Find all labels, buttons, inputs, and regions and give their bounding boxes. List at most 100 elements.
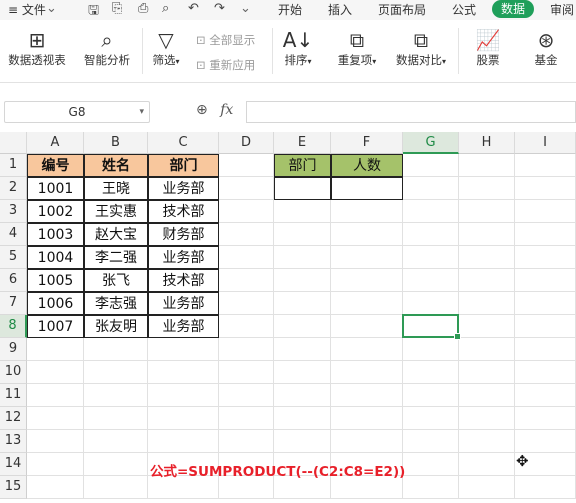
undo-icon[interactable]: ↶ <box>188 1 199 16</box>
cell-b12[interactable] <box>84 407 148 430</box>
cell-e7[interactable] <box>274 292 331 315</box>
cell-b2[interactable]: 王晓 <box>84 177 148 200</box>
cell-a12[interactable] <box>27 407 84 430</box>
cell-c2[interactable]: 业务部 <box>148 177 219 200</box>
cell-i13[interactable] <box>515 430 576 453</box>
cell-a15[interactable] <box>27 476 84 499</box>
smart-analysis-button[interactable]: ⌕ 智能分析 <box>78 28 136 68</box>
cell-a14[interactable] <box>27 453 84 476</box>
cell-b4[interactable]: 赵大宝 <box>84 223 148 246</box>
cell-e13[interactable] <box>274 430 331 453</box>
cell-h13[interactable] <box>459 430 515 453</box>
reapply-button[interactable]: ⊡ 重新应用 <box>196 57 255 73</box>
cell-i12[interactable] <box>515 407 576 430</box>
tab-page-layout[interactable]: 页面布局 <box>378 1 426 18</box>
cell-g3[interactable] <box>403 200 459 223</box>
cell-e2[interactable] <box>274 177 331 200</box>
cell-h3[interactable] <box>459 200 515 223</box>
cell-f2[interactable] <box>331 177 403 200</box>
cell-g6[interactable] <box>403 269 459 292</box>
row-header-12[interactable]: 12 <box>0 407 27 430</box>
print-preview-icon[interactable]: ⌕ <box>162 1 169 16</box>
cell-c1[interactable]: 部门 <box>148 154 219 177</box>
cell-e6[interactable] <box>274 269 331 292</box>
cell-i7[interactable] <box>515 292 576 315</box>
cell-g15[interactable] <box>403 476 459 499</box>
cell-h2[interactable] <box>459 177 515 200</box>
formula-input[interactable] <box>246 101 576 123</box>
fill-handle[interactable] <box>454 333 461 340</box>
cell-i2[interactable] <box>515 177 576 200</box>
cell-a7[interactable]: 1006 <box>27 292 84 315</box>
cell-c13[interactable] <box>148 430 219 453</box>
cell-e8[interactable] <box>274 315 331 338</box>
tab-insert[interactable]: 插入 <box>328 1 352 18</box>
funds-button[interactable]: ⊛ 基金 <box>524 28 568 68</box>
row-header-15[interactable]: 15 <box>0 476 27 499</box>
fx-icon[interactable]: fx <box>220 102 233 118</box>
cell-i15[interactable] <box>515 476 576 499</box>
cell-d6[interactable] <box>219 269 274 292</box>
cell-c3[interactable]: 技术部 <box>148 200 219 223</box>
tab-home[interactable]: 开始 <box>278 1 302 18</box>
cell-c6[interactable]: 技术部 <box>148 269 219 292</box>
cell-a2[interactable]: 1001 <box>27 177 84 200</box>
row-header-8[interactable]: 8 <box>0 315 27 338</box>
col-header-c[interactable]: C <box>148 132 219 154</box>
col-header-b[interactable]: B <box>84 132 148 154</box>
cell-c8[interactable]: 业务部 <box>148 315 219 338</box>
row-header-6[interactable]: 6 <box>0 269 27 292</box>
cell-d2[interactable] <box>219 177 274 200</box>
cell-a8[interactable]: 1007 <box>27 315 84 338</box>
cell-d1[interactable] <box>219 154 274 177</box>
cell-b11[interactable] <box>84 384 148 407</box>
row-header-4[interactable]: 4 <box>0 223 27 246</box>
cell-d5[interactable] <box>219 246 274 269</box>
col-header-e[interactable]: E <box>274 132 331 154</box>
cell-c7[interactable]: 业务部 <box>148 292 219 315</box>
cell-b13[interactable] <box>84 430 148 453</box>
chevron-down-icon[interactable]: ▾ <box>139 102 144 122</box>
cell-b1[interactable]: 姓名 <box>84 154 148 177</box>
cell-h11[interactable] <box>459 384 515 407</box>
cell-i5[interactable] <box>515 246 576 269</box>
col-header-g[interactable]: G <box>403 132 459 154</box>
cell-h15[interactable] <box>459 476 515 499</box>
redo-icon[interactable]: ↷ <box>214 1 225 16</box>
cell-i6[interactable] <box>515 269 576 292</box>
cell-b10[interactable] <box>84 361 148 384</box>
cell-g4[interactable] <box>403 223 459 246</box>
row-header-10[interactable]: 10 <box>0 361 27 384</box>
cell-a6[interactable]: 1005 <box>27 269 84 292</box>
cell-g10[interactable] <box>403 361 459 384</box>
cell-b9[interactable] <box>84 338 148 361</box>
row-header-3[interactable]: 3 <box>0 200 27 223</box>
cell-f13[interactable] <box>331 430 403 453</box>
row-header-7[interactable]: 7 <box>0 292 27 315</box>
cell-h9[interactable] <box>459 338 515 361</box>
cell-a3[interactable]: 1002 <box>27 200 84 223</box>
cell-i4[interactable] <box>515 223 576 246</box>
cell-e5[interactable] <box>274 246 331 269</box>
cell-a13[interactable] <box>27 430 84 453</box>
tab-formula[interactable]: 公式 <box>452 1 476 18</box>
cell-b14[interactable] <box>84 453 148 476</box>
cell-d8[interactable] <box>219 315 274 338</box>
col-header-i[interactable]: I <box>515 132 576 154</box>
cell-b7[interactable]: 李志强 <box>84 292 148 315</box>
cell-a4[interactable]: 1003 <box>27 223 84 246</box>
cell-f7[interactable] <box>331 292 403 315</box>
cell-b3[interactable]: 王实惠 <box>84 200 148 223</box>
cell-g7[interactable] <box>403 292 459 315</box>
cell-h4[interactable] <box>459 223 515 246</box>
print-icon[interactable]: ⎙ <box>138 1 148 16</box>
export-icon[interactable]: ⎘ <box>112 1 122 16</box>
cell-a10[interactable] <box>27 361 84 384</box>
cell-g5[interactable] <box>403 246 459 269</box>
cell-h14[interactable] <box>459 453 515 476</box>
cell-d11[interactable] <box>219 384 274 407</box>
cell-b6[interactable]: 张飞 <box>84 269 148 292</box>
cell-a9[interactable] <box>27 338 84 361</box>
cell-f8[interactable] <box>331 315 403 338</box>
cell-b8[interactable]: 张友明 <box>84 315 148 338</box>
